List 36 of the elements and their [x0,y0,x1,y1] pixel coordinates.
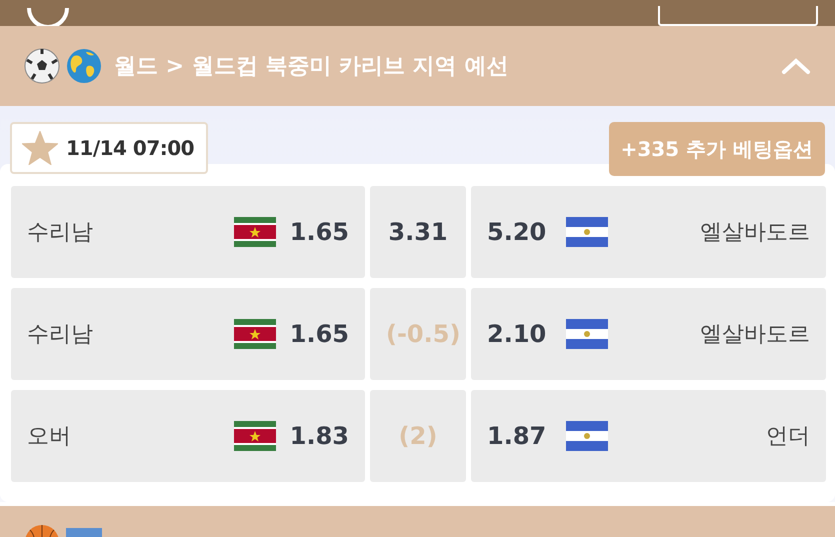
home-odds-button[interactable]: 수리남 1.65 [11,288,365,380]
flag-icon [566,217,608,247]
odds-value: 1.83 [290,422,349,450]
odds-value: 1.65 [290,218,349,246]
odds-value: 1.87 [487,422,546,450]
handicap-line: (2) [398,422,438,450]
match-time: 11/14 07:00 [66,136,194,160]
team-name: 언더 [765,423,810,451]
outlined-button[interactable] [658,6,818,26]
flag-icon [566,319,608,349]
draw-odds: 3.31 [388,218,448,246]
away-odds-button[interactable]: 1.87 언더 [471,390,826,482]
home-odds-button[interactable]: 수리남 1.65 [11,186,365,278]
home-odds-button[interactable]: 오버 1.83 [11,390,365,482]
globe-icon [66,48,102,84]
soccer-ball-icon [24,48,60,84]
team-name: 오버 [27,423,72,451]
team-name: 수리남 [27,321,94,349]
flag-icon [234,421,276,451]
flag-icon [234,217,276,247]
flag-icon [234,319,276,349]
star-icon[interactable] [22,131,58,165]
league-title: 월드 > 월드컵 북중미 카리브 지역 예선 [114,53,510,81]
flag-icon [566,421,608,451]
odds-value: 2.10 [487,320,546,348]
team-name: 엘살바도르 [699,321,810,349]
handicap-line: (-0.5) [386,320,460,348]
team-name: 수리남 [27,219,94,247]
odds-value: 1.65 [290,320,349,348]
away-odds-button[interactable]: 2.10 엘살바도르 [471,288,826,380]
odds-value: 5.20 [487,218,546,246]
chevron-up-icon[interactable] [781,57,811,75]
middle-odds-button[interactable]: 3.31 [370,186,466,278]
league-header[interactable] [0,506,835,537]
team-name: 엘살바도르 [699,219,810,247]
away-odds-button[interactable]: 5.20 엘살바도르 [471,186,826,278]
